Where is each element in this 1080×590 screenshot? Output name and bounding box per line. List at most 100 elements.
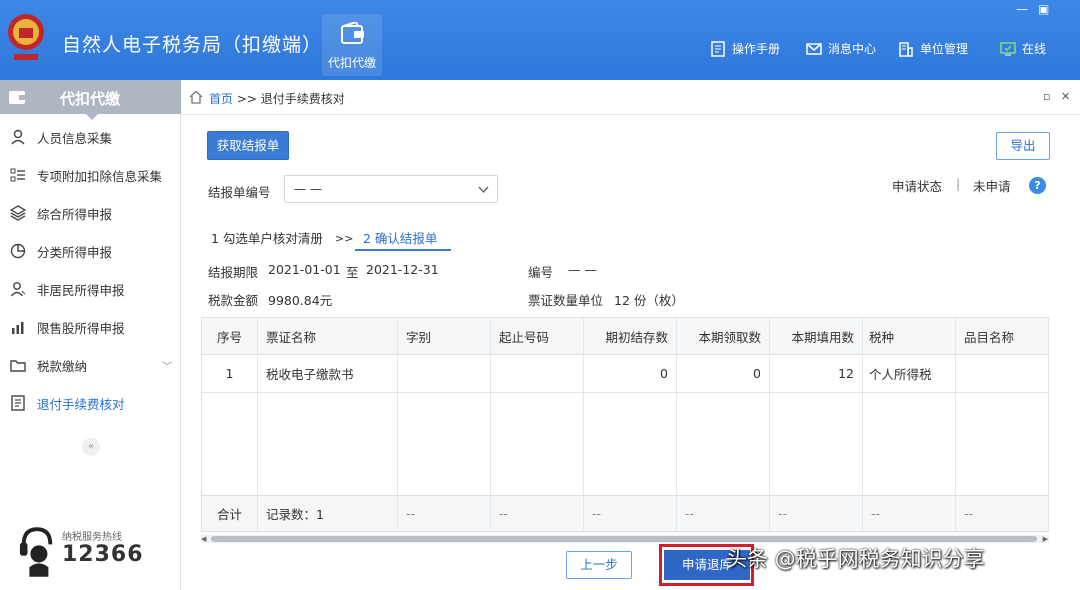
help-icon[interactable]: ? [1029,177,1046,194]
maximize-icon[interactable]: ▣ [1038,2,1049,16]
manual-label: 操作手册 [732,42,781,56]
table-cell: 0 [584,355,677,392]
table-cell [863,393,956,495]
sidebar-item-classified-income[interactable]: 分类所得申报 [0,232,181,270]
sidebar: 代扣代缴 人员信息采集 专项附加扣除信息采集 综合所得申报 分类所得申报 非居民… [0,80,181,590]
settlement-number-value: — — [294,182,322,196]
table-cell [956,355,1048,392]
apply-status-label: 申请状态 [892,179,943,194]
wallet-icon [9,91,27,104]
headset-icon [19,527,53,577]
breadcrumb-bar: 首页 >> 退付手续费核对 ▫ ✕ [181,80,1080,115]
header-cell: 字别 [398,318,491,354]
period-from: 2021-01-01 [268,262,341,277]
sidebar-item-special-deduction[interactable]: 专项附加扣除信息采集 [0,156,181,194]
header-cell: 本期领取数 [677,318,770,354]
wallet-icon [341,22,364,44]
amount-label: 税款金额 [208,293,259,308]
sidebar-header-label: 代扣代缴 [60,90,121,108]
table-footer: 合计 记录数：1 -- -- -- -- -- -- -- [202,495,1048,531]
sidebar-item-nonresident-income[interactable]: 非居民所得申报 [0,270,181,308]
sidebar-item-label: 综合所得申报 [37,206,113,222]
table-header: 序号 票证名称 字别 起止号码 期初结存数 本期领取数 本期填用数 税种 品目名… [202,318,1048,355]
breadcrumb-home[interactable]: 首页 [209,92,233,106]
pie-icon [10,243,26,259]
count-value: 12 份（枚） [614,293,684,308]
number-value: — — [568,262,597,277]
sidebar-item-personnel[interactable]: 人员信息采集 [0,118,181,156]
app-title: 自然人电子税务局（扣缴端） [62,34,323,56]
step-1-tab[interactable]: 1 勾选单户核对清册 [211,228,323,247]
manual-link[interactable]: 操作手册 [710,40,780,57]
sidebar-item-refund-fee-check[interactable]: 退付手续费核对 [0,384,181,422]
breadcrumb: 首页 >> 退付手续费核对 [209,90,345,107]
sidebar-item-comprehensive-income[interactable]: 综合所得申报 [0,194,181,232]
horizontal-scrollbar[interactable]: ◀ ▶ [201,535,1049,543]
export-button[interactable]: 导出 [996,132,1050,160]
scroll-right-arrow-icon[interactable]: ▶ [1043,535,1048,543]
table-row[interactable]: 1 税收电子缴款书 0 0 12 个人所得税 [202,355,1048,393]
sidebar-item-label: 非居民所得申报 [37,282,125,298]
home-icon[interactable] [189,90,203,104]
table-cell [398,393,491,495]
sidebar-item-label: 税款缴纳 [37,358,88,374]
amount-value: 9980.84元 [268,293,333,308]
footer-cell: 合计 [202,496,258,531]
minimize-icon[interactable]: — [1016,2,1028,16]
unit-management-label: 单位管理 [920,42,969,56]
close-icon[interactable]: ✕ [1061,90,1070,103]
scrollbar-thumb[interactable] [211,536,1037,542]
restore-icon[interactable]: ▫ [1043,90,1050,103]
header-cell: 序号 [202,318,258,354]
table-cell: 12 [770,355,863,392]
sidebar-collapse-button[interactable]: « [82,438,100,456]
hotline-label: 纳税服务热线 [62,532,122,543]
table-cell: 1 [202,355,258,392]
number-label: 编号 [528,265,554,280]
sidebar-item-label: 退付手续费核对 [37,396,125,412]
footer-cell: -- [677,496,770,531]
table-empty-area [202,393,1048,495]
chevron-down-icon [478,186,489,194]
bars-icon [12,322,24,334]
header-cell: 起止号码 [491,318,584,354]
table-cell: 税收电子缴款书 [258,355,398,392]
sidebar-item-label: 专项附加扣除信息采集 [37,168,163,184]
messages-label: 消息中心 [828,42,877,56]
footer-cell: -- [584,496,677,531]
scroll-left-arrow-icon[interactable]: ◀ [201,535,206,543]
hotline: 纳税服务热线 12366 [18,524,168,584]
nav-tile-withholding[interactable]: 代扣代缴 [322,14,382,76]
layers-icon [10,205,26,221]
messages-link[interactable]: 消息中心 [806,40,876,57]
online-status-label: 在线 [1022,42,1047,56]
table-cell [677,393,770,495]
sidebar-item-restricted-shares[interactable]: 限售股所得申报 [0,308,181,346]
manual-icon [711,40,725,57]
table-cell: 个人所得税 [863,355,956,392]
unit-management-link[interactable]: 单位管理 [898,40,968,57]
table-cell [491,355,584,392]
top-bar: 自然人电子税务局（扣缴端） 代扣代缴 操作手册 消息中心 单位管理 在线 — ▣ [0,0,1080,80]
footer-cell: 记录数：1 [258,496,398,531]
sidebar-item-tax-payment[interactable]: 税款缴纳 ﹀ [0,346,181,384]
chevron-down-icon[interactable]: ﹀ [162,358,172,373]
status-separator: | [956,176,961,191]
previous-step-button[interactable]: 上一步 [566,551,632,579]
sidebar-item-label: 分类所得申报 [37,244,113,260]
watermark: 头条 @税乎网税务知识分享 [726,547,985,571]
settlement-number-select[interactable]: — — [284,175,498,203]
table-cell [584,393,677,495]
settlement-number-label: 结报单编号 [208,185,271,200]
nav-tile-label: 代扣代缴 [327,56,376,70]
footer-cell: -- [863,496,956,531]
online-status[interactable]: 在线 [1000,40,1046,57]
person-icon [11,129,25,145]
step-2-tab[interactable]: 2 确认结报单 [363,228,437,247]
building-icon [899,41,913,57]
fetch-settlement-button[interactable]: 获取结报单 [207,131,289,160]
national-emblem-icon [8,14,44,60]
document-icon [11,395,25,411]
sidebar-header: 代扣代缴 [0,80,181,120]
table-cell [770,393,863,495]
